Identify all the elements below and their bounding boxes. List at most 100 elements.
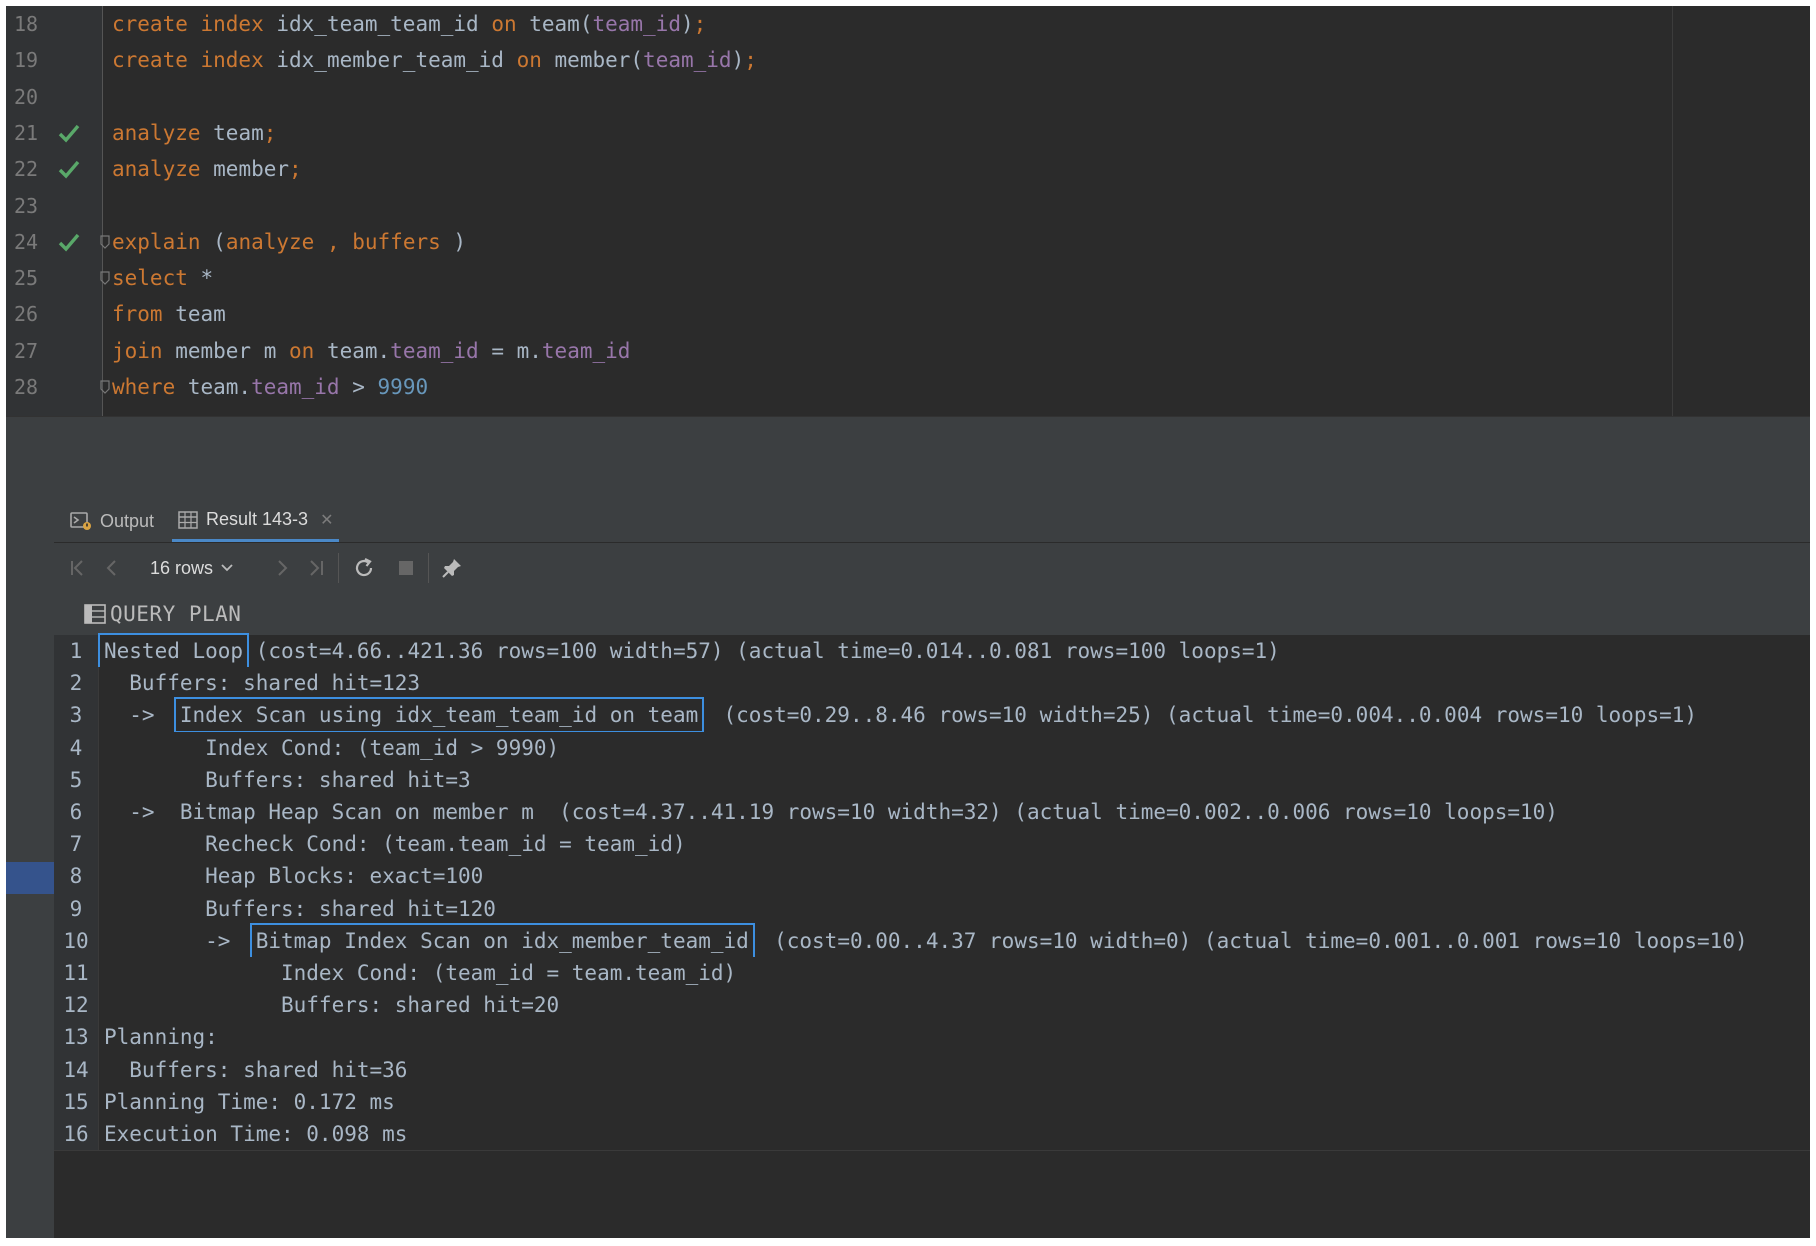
editor-line[interactable]: 21 analyze team;: [6, 115, 1810, 151]
next-page-icon[interactable]: [270, 556, 294, 580]
plan-text: Index Cond: (team_id = team.team_id): [104, 961, 737, 985]
table-row[interactable]: 2 Buffers: shared hit=123: [54, 667, 1810, 701]
console-output-icon: [70, 512, 91, 530]
table-row[interactable]: 1 Nested Loop (cost=4.66..421.36 rows=100…: [54, 633, 1810, 669]
plan-text: Heap Blocks: exact=100: [104, 864, 484, 889]
plan-text: Recheck Cond: (team.team_id = team_id): [104, 832, 686, 857]
panel-splitter[interactable]: [6, 416, 1810, 501]
close-icon[interactable]: ✕: [320, 510, 333, 530]
column-header-label: QUERY PLAN: [110, 602, 242, 626]
fold-marker-icon[interactable]: [100, 380, 110, 394]
query-plan-cell[interactable]: Planning:: [104, 1021, 218, 1053]
line-number: 23: [14, 193, 39, 218]
editor-line[interactable]: 18 create index idx_team_team_id on team(…: [6, 6, 1810, 42]
editor-line[interactable]: 24 explain (analyze , buffers ): [6, 224, 1810, 260]
code-text: select *: [112, 266, 214, 291]
table-row[interactable]: 16 Execution Time: 0.098 ms: [54, 1118, 1810, 1152]
query-plan-cell[interactable]: Recheck Cond: (team.team_id = team_id): [104, 828, 686, 860]
row-number: 13: [54, 1021, 99, 1054]
code-text: analyze team;: [112, 120, 277, 145]
query-plan-cell[interactable]: -> Bitmap Heap Scan on member m (cost=4.…: [104, 796, 1558, 828]
query-plan-cell[interactable]: Buffers: shared hit=36: [104, 1054, 407, 1086]
row-number: 2: [54, 667, 99, 700]
plan-text: ->: [104, 703, 180, 728]
first-page-icon[interactable]: [66, 556, 90, 580]
pin-icon[interactable]: [440, 556, 464, 580]
row-number: 8: [54, 860, 99, 893]
line-number: 26: [14, 302, 39, 327]
table-row[interactable]: 14 Buffers: shared hit=36: [54, 1053, 1810, 1087]
line-number: 25: [14, 266, 39, 291]
query-plan-cell[interactable]: Execution Time: 0.098 ms: [104, 1118, 407, 1150]
table-row[interactable]: 4 Index Cond: (team_id > 9990): [54, 731, 1810, 765]
row-number: 10: [54, 924, 99, 957]
toolbar-separator: [428, 553, 429, 583]
last-page-icon[interactable]: [304, 556, 328, 580]
query-plan-cell[interactable]: Heap Blocks: exact=100: [104, 860, 483, 892]
tab-result[interactable]: Result 143-3 ✕: [172, 500, 340, 542]
results-toolbar: 16 rows: [54, 543, 1810, 593]
previous-page-icon[interactable]: [100, 556, 124, 580]
editor-line[interactable]: 26 from team: [6, 296, 1810, 332]
plan-text: Buffers: shared hit=20: [104, 993, 560, 1018]
sql-editor[interactable]: 18 create index idx_team_team_id on team(…: [6, 6, 1810, 416]
plan-text: Buffers: shared hit=123: [104, 671, 421, 696]
row-number: 14: [54, 1053, 99, 1086]
query-plan-cell[interactable]: Index Cond: (team_id > 9990): [104, 732, 559, 764]
line-number: 19: [14, 48, 39, 73]
table-row[interactable]: 3 -> Index Scan using idx_team_team_id o…: [54, 697, 1810, 734]
stop-icon[interactable]: [394, 556, 418, 580]
table-row[interactable]: 7 Recheck Cond: (team.team_id = team_id): [54, 828, 1810, 862]
table-row[interactable]: 15 Planning Time: 0.172 ms: [54, 1085, 1810, 1119]
query-plan-cell[interactable]: -> Index Scan using idx_team_team_id on …: [104, 697, 1697, 734]
plan-text: Execution Time: 0.098 ms: [104, 1122, 408, 1146]
fold-marker-icon[interactable]: [100, 235, 110, 249]
row-number: 7: [54, 828, 99, 861]
table-row[interactable]: 11 Index Cond: (team_id = team.team_id): [54, 957, 1810, 991]
query-plan-cell[interactable]: Buffers: shared hit=123: [104, 667, 420, 699]
table-row[interactable]: 12 Buffers: shared hit=20: [54, 989, 1810, 1023]
query-plan-cell[interactable]: -> Bitmap Index Scan on idx_member_team_…: [104, 922, 1748, 959]
code-text: where team.team_id > 9990: [112, 375, 429, 399]
editor-line[interactable]: 23: [6, 188, 1810, 224]
code-text: create index idx_member_team_id on membe…: [112, 48, 757, 73]
row-number: 9: [54, 892, 99, 925]
editor-line[interactable]: 19 create index idx_member_team_id on mem…: [6, 42, 1810, 78]
editor-line[interactable]: 28 where team.team_id > 9990: [6, 369, 1810, 405]
row-number: 1: [54, 635, 99, 668]
column-header[interactable]: QUERY PLAN: [54, 593, 1810, 636]
row-number: 4: [54, 731, 99, 764]
tab-output[interactable]: Output: [70, 500, 154, 542]
query-plan-cell[interactable]: Buffers: shared hit=20: [104, 989, 559, 1021]
editor-line[interactable]: 25 select *: [6, 260, 1810, 296]
table-column-icon: [84, 604, 106, 624]
tab-result-label: Result 143-3: [206, 509, 309, 529]
table-row[interactable]: 13 Planning:: [54, 1021, 1810, 1055]
fold-marker-icon[interactable]: [100, 271, 110, 285]
table-row[interactable]: 8 Heap Blocks: exact=100: [54, 860, 1810, 894]
row-count-dropdown[interactable]: 16 rows: [150, 543, 234, 593]
editor-line[interactable]: 20: [6, 79, 1810, 115]
table-row[interactable]: 6 -> Bitmap Heap Scan on member m (cost=…: [54, 796, 1810, 830]
query-plan-cell[interactable]: Nested Loop (cost=4.66..421.36 rows=100 …: [97, 633, 1280, 669]
query-plan-cell[interactable]: Buffers: shared hit=3: [104, 764, 471, 796]
row-number: 16: [54, 1118, 99, 1151]
table-grid-icon: [178, 510, 198, 529]
line-number: 24: [14, 229, 39, 254]
code-text: create index idx_team_team_id on team(te…: [112, 12, 707, 36]
editor-line[interactable]: 27 join member m on team.team_id = m.team…: [6, 333, 1810, 369]
table-row[interactable]: 5 Buffers: shared hit=3: [54, 763, 1810, 797]
table-row[interactable]: 9 Buffers: shared hit=120: [54, 892, 1810, 926]
reload-icon[interactable]: [352, 556, 376, 580]
query-plan-cell[interactable]: Planning Time: 0.172 ms: [104, 1086, 395, 1118]
checkmark-icon: [58, 124, 80, 143]
query-plan-cell[interactable]: Index Cond: (team_id = team.team_id): [104, 957, 736, 989]
line-number: 27: [14, 338, 39, 363]
row-number: 6: [54, 796, 99, 829]
editor-line[interactable]: 22 analyze member;: [6, 151, 1810, 187]
query-plan-cell[interactable]: Buffers: shared hit=120: [104, 893, 496, 925]
highlighted-plan-node: Bitmap Index Scan on idx_member_team_id: [249, 922, 755, 959]
table-row[interactable]: 10 -> Bitmap Index Scan on idx_member_te…: [54, 922, 1810, 959]
code-text: analyze member;: [112, 157, 302, 182]
code-text: explain (analyze , buffers ): [112, 229, 467, 254]
